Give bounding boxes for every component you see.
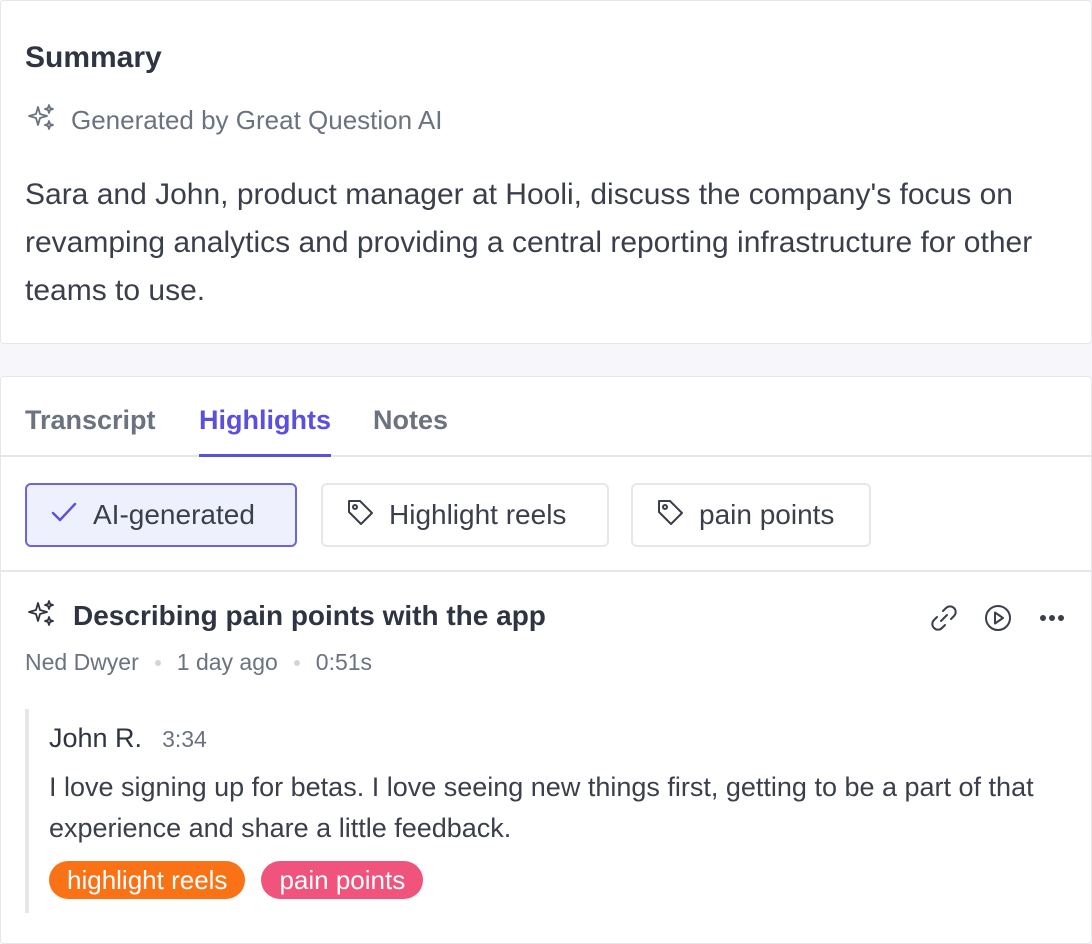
ai-generated-label: Generated by Great Question AI bbox=[25, 101, 442, 140]
speaker-name: John R. bbox=[49, 723, 143, 753]
highlight-header: Describing pain points with the app bbox=[25, 597, 546, 634]
duration: 0:51s bbox=[315, 649, 373, 675]
tab-transcript[interactable]: Transcript bbox=[25, 405, 156, 454]
tab-bar: Transcript Highlights Notes bbox=[1, 377, 1091, 457]
tag-icon bbox=[655, 497, 685, 534]
check-icon bbox=[49, 497, 79, 534]
more-options-icon[interactable] bbox=[1035, 601, 1069, 640]
filter-bar: AI-generated Highlight reels pain points bbox=[1, 457, 1091, 572]
quote-timestamp[interactable]: 3:34 bbox=[162, 726, 207, 753]
filter-label: pain points bbox=[699, 499, 835, 530]
highlights-card: Transcript Highlights Notes AI-generated… bbox=[0, 376, 1092, 944]
summary-card: Summary Generated by Great Question AI S… bbox=[0, 0, 1092, 344]
filter-ai-generated[interactable]: AI-generated bbox=[25, 483, 297, 547]
link-icon[interactable] bbox=[927, 601, 961, 640]
filter-highlight-reels[interactable]: Highlight reels bbox=[321, 483, 609, 547]
highlight-quote: John R. 3:34 I love signing up for betas… bbox=[25, 709, 1065, 913]
tab-highlights[interactable]: Highlights bbox=[199, 405, 331, 457]
speaker-row: John R. 3:34 bbox=[49, 723, 207, 754]
summary-title: Summary bbox=[25, 41, 162, 74]
filter-pain-points[interactable]: pain points bbox=[631, 483, 871, 547]
highlight-meta: Ned Dwyer 1 day ago 0:51s bbox=[25, 649, 372, 676]
play-icon[interactable] bbox=[981, 601, 1015, 640]
tag-pain-points[interactable]: pain points bbox=[261, 861, 424, 899]
created-age: 1 day ago bbox=[176, 649, 278, 675]
quote-text: I love signing up for betas. I love seei… bbox=[49, 772, 1034, 843]
separator-dot bbox=[293, 659, 300, 666]
filter-label: Highlight reels bbox=[389, 499, 567, 530]
sparkles-icon bbox=[25, 597, 57, 634]
filter-label: AI-generated bbox=[93, 499, 255, 530]
tab-notes[interactable]: Notes bbox=[373, 405, 448, 454]
generated-by-text: Generated by Great Question AI bbox=[71, 105, 443, 135]
tag-list: highlight reels pain points bbox=[49, 861, 424, 899]
highlight-actions bbox=[927, 601, 1069, 640]
separator-dot bbox=[154, 659, 161, 666]
summary-text: Sara and John, product manager at Hooli,… bbox=[25, 178, 1033, 307]
author: Ned Dwyer bbox=[25, 649, 139, 675]
tag-icon bbox=[345, 497, 375, 534]
tag-highlight-reels[interactable]: highlight reels bbox=[49, 861, 246, 899]
highlight-title[interactable]: Describing pain points with the app bbox=[73, 600, 546, 632]
sparkles-icon bbox=[25, 101, 57, 140]
